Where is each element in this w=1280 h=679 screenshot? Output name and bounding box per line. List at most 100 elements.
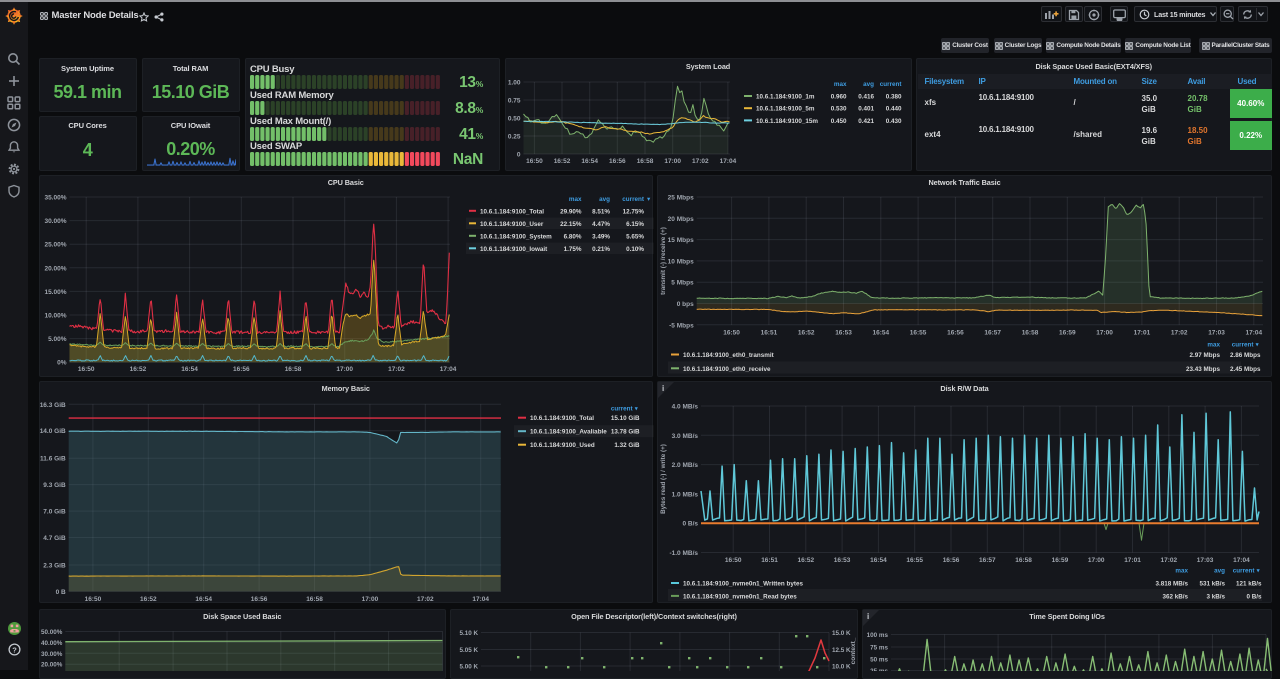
svg-text:16:54: 16:54 (181, 366, 198, 373)
svg-text:1.0 MB/s: 1.0 MB/s (672, 491, 699, 498)
svg-text:362 kB/s: 362 kB/s (1162, 593, 1188, 600)
svg-text:▾: ▾ (1256, 341, 1259, 348)
svg-text:8.51%: 8.51% (592, 208, 610, 215)
svg-text:10.0 K: 10.0 K (832, 663, 851, 670)
svg-text:10.6.1.184:9100_Used: 10.6.1.184:9100_Used (530, 442, 595, 449)
svg-text:13.78 GiB: 13.78 GiB (610, 428, 639, 435)
svg-text:16:57: 16:57 (984, 329, 1001, 336)
svg-text:17:02: 17:02 (1160, 557, 1177, 564)
svg-text:17:00: 17:00 (1096, 329, 1113, 336)
svg-text:16:53: 16:53 (834, 557, 851, 564)
svg-text:15.0 K: 15.0 K (832, 630, 851, 637)
svg-text:2.97 Mbps: 2.97 Mbps (1190, 352, 1221, 359)
svg-text:0.75: 0.75 (507, 98, 520, 105)
svg-text:16:56: 16:56 (947, 329, 964, 336)
svg-text:50.00%: 50.00% (40, 629, 62, 636)
svg-text:16:50: 16:50 (84, 595, 101, 602)
svg-text:16:54: 16:54 (870, 557, 887, 564)
svg-text:22.15%: 22.15% (560, 220, 582, 227)
svg-text:23.43 Mbps: 23.43 Mbps (1186, 365, 1220, 372)
svg-text:17:02: 17:02 (1171, 329, 1188, 336)
svg-text:0 bps: 0 bps (677, 301, 694, 308)
svg-text:10.6.1.184:9100_5m: 10.6.1.184:9100_5m (756, 106, 815, 113)
svg-text:4.0 MB/s: 4.0 MB/s (672, 403, 699, 410)
svg-text:16:58: 16:58 (284, 366, 301, 373)
svg-text:0.421: 0.421 (858, 118, 874, 125)
svg-text:6.15%: 6.15% (626, 220, 644, 227)
svg-text:10.6.1.184:9100_System: 10.6.1.184:9100_System (480, 233, 552, 240)
svg-text:avg: avg (1214, 567, 1225, 574)
svg-text:17:00: 17:00 (664, 158, 681, 165)
svg-text:16:54: 16:54 (195, 595, 212, 602)
svg-text:▾: ▾ (647, 196, 650, 203)
svg-text:0.10%: 0.10% (626, 245, 644, 252)
svg-text:121 kB/s: 121 kB/s (1236, 580, 1262, 587)
svg-text:▾: ▾ (1257, 567, 1260, 574)
svg-text:current: current (879, 81, 902, 88)
svg-text:75 ms: 75 ms (870, 644, 888, 651)
svg-text:current: current (1233, 567, 1256, 574)
svg-text:17:02: 17:02 (691, 158, 708, 165)
svg-text:30.00%: 30.00% (40, 650, 62, 657)
svg-text:5.65%: 5.65% (626, 233, 644, 240)
svg-text:17:01: 17:01 (1134, 329, 1151, 336)
svg-text:16:57: 16:57 (979, 557, 996, 564)
svg-text:2.45 Mbps: 2.45 Mbps (1230, 365, 1261, 372)
svg-text:10.6.1.184:9100_eth0_transmit: 10.6.1.184:9100_eth0_transmit (683, 352, 775, 359)
svg-text:16:51: 16:51 (761, 557, 778, 564)
svg-text:5.00%: 5.00% (48, 336, 67, 343)
svg-text:0: 0 (516, 152, 520, 159)
svg-text:29.90%: 29.90% (560, 208, 582, 215)
svg-text:5.00 K: 5.00 K (459, 663, 478, 670)
svg-text:17:00: 17:00 (1088, 557, 1105, 564)
svg-text:35.00%: 35.00% (44, 194, 66, 201)
svg-text:10.00%: 10.00% (44, 312, 66, 319)
svg-text:16:55: 16:55 (906, 557, 923, 564)
svg-text:16:52: 16:52 (553, 158, 570, 165)
svg-text:20 Mbps: 20 Mbps (668, 215, 694, 222)
svg-text:-5 Mbps: -5 Mbps (669, 322, 694, 329)
svg-text:17:00: 17:00 (361, 595, 378, 602)
svg-text:1.32 GiB: 1.32 GiB (614, 442, 640, 449)
svg-text:16:56: 16:56 (250, 595, 267, 602)
svg-text:0.380: 0.380 (885, 94, 901, 101)
svg-text:10.6.1.184:9100_eth0_receive: 10.6.1.184:9100_eth0_receive (683, 365, 771, 372)
svg-text:15.00%: 15.00% (44, 288, 66, 295)
svg-text:12.75%: 12.75% (622, 208, 644, 215)
svg-text:16:58: 16:58 (1015, 557, 1032, 564)
svg-text:1.75%: 1.75% (563, 245, 581, 252)
svg-text:17:04: 17:04 (1233, 557, 1250, 564)
svg-text:max: max (1207, 341, 1220, 348)
svg-text:17:02: 17:02 (388, 366, 405, 373)
svg-text:0.21%: 0.21% (592, 245, 610, 252)
svg-text:2.86 Mbps: 2.86 Mbps (1230, 352, 1261, 359)
svg-text:15 Mbps: 15 Mbps (668, 237, 694, 244)
svg-text:0.430: 0.430 (885, 118, 901, 125)
svg-text:16.3 GiB: 16.3 GiB (40, 401, 66, 408)
svg-text:-1.0 MB/s: -1.0 MB/s (669, 550, 698, 557)
svg-text:16:58: 16:58 (306, 595, 323, 602)
svg-text:17:04: 17:04 (439, 366, 456, 373)
svg-text:3 kB/s: 3 kB/s (1206, 593, 1225, 600)
svg-text:16:50: 16:50 (77, 366, 94, 373)
svg-text:max: max (833, 81, 846, 88)
svg-text:17:04: 17:04 (719, 158, 736, 165)
svg-text:17:04: 17:04 (472, 595, 489, 602)
svg-text:16:56: 16:56 (943, 557, 960, 564)
svg-text:17:03: 17:03 (1208, 329, 1225, 336)
svg-text:25.00%: 25.00% (44, 241, 66, 248)
svg-text:17:01: 17:01 (1124, 557, 1141, 564)
svg-text:5.05 K: 5.05 K (459, 647, 478, 654)
svg-text:0 B/s: 0 B/s (682, 520, 698, 527)
svg-text:10.6.1.184:9100_Total: 10.6.1.184:9100_Total (480, 208, 544, 215)
svg-text:0.50: 0.50 (507, 116, 520, 123)
svg-text:2.0 MB/s: 2.0 MB/s (672, 462, 699, 469)
svg-text:40.00%: 40.00% (40, 639, 62, 646)
svg-text:16:56: 16:56 (232, 366, 249, 373)
svg-text:0.401: 0.401 (858, 106, 874, 113)
svg-text:avg: avg (863, 81, 874, 88)
svg-text:16:50: 16:50 (725, 557, 742, 564)
svg-text:3.0 MB/s: 3.0 MB/s (672, 432, 699, 439)
svg-text:max: max (568, 196, 581, 203)
svg-text:10.6.1.184:9100_Avaliable: 10.6.1.184:9100_Avaliable (530, 428, 607, 435)
